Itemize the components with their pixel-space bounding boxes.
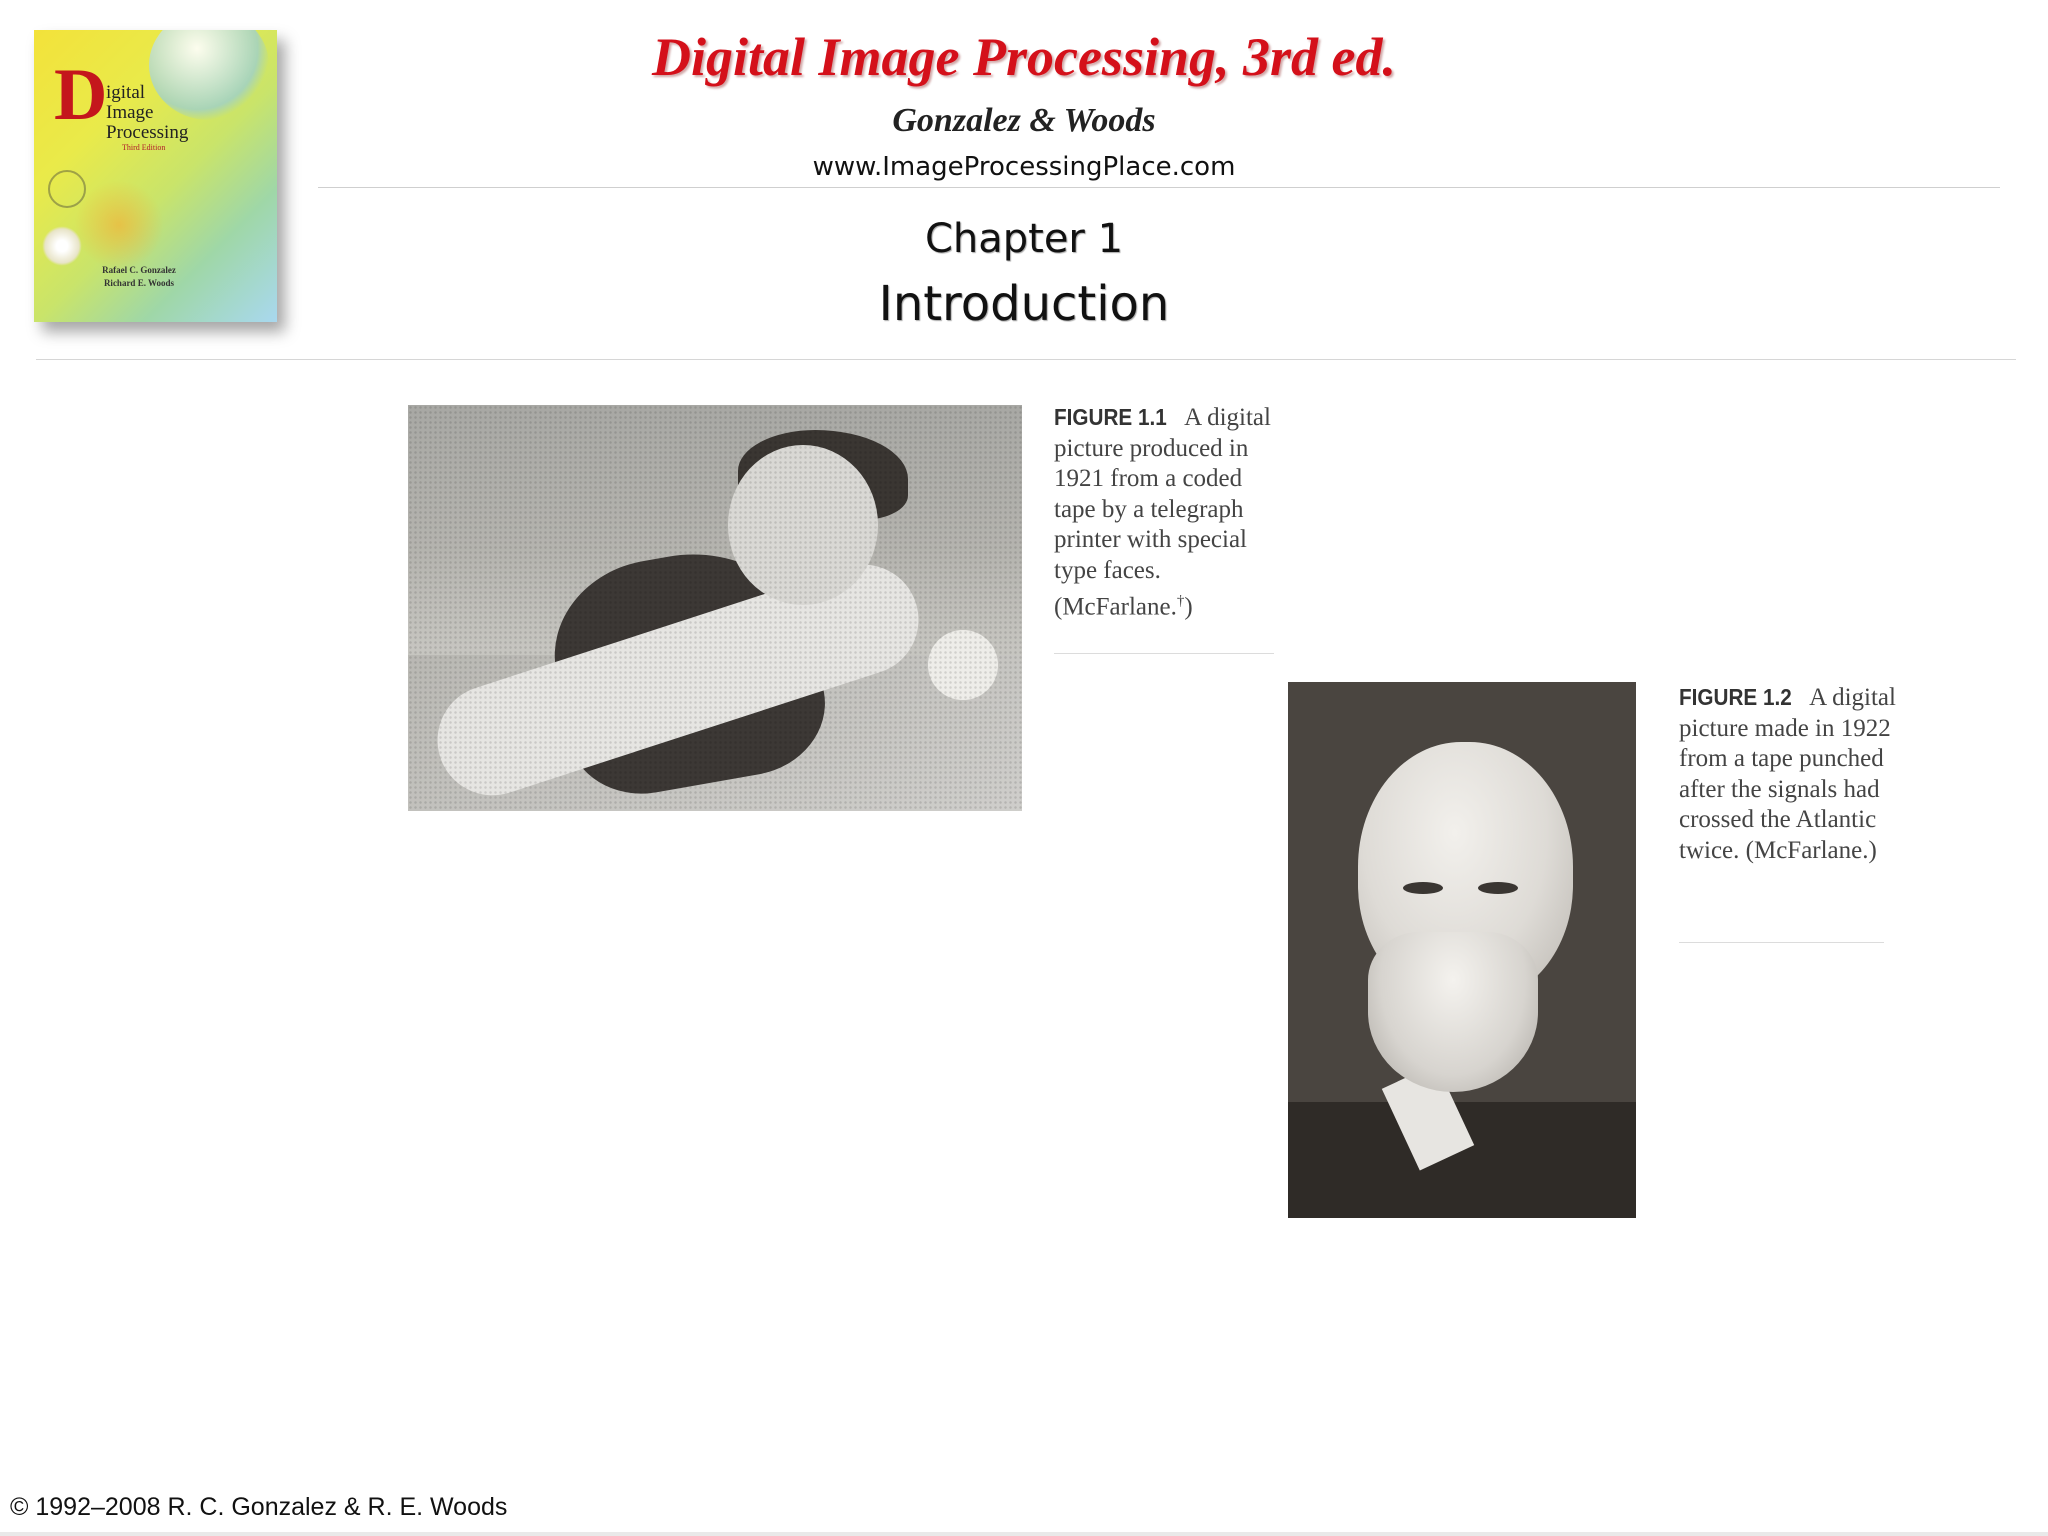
photo-eye-right: [1478, 882, 1518, 894]
book-title: Digital Image Processing, 3rd ed.: [652, 27, 1396, 87]
header-divider: [318, 187, 2000, 188]
photo-beard: [1368, 932, 1538, 1092]
section-divider: [36, 359, 2016, 360]
cover-edition: Third Edition: [122, 143, 166, 152]
copyright-footer: © 1992–2008 R. C. Gonzalez & R. E. Woods: [10, 1493, 508, 1521]
figure-1-1-close: ): [1184, 593, 1193, 621]
figure-1-1-label: FIGURE 1.1: [1054, 404, 1167, 430]
bottom-bar: [0, 1532, 2048, 1536]
book-authors: Gonzalez & Woods: [892, 102, 1156, 139]
website-url: www.ImageProcessingPlace.com: [812, 152, 1236, 182]
chapter-title: Introduction: [878, 276, 1170, 332]
figure-1-1-photo: [408, 405, 1022, 811]
figure-1-1-caption-rule: [1054, 653, 1274, 654]
figure-1-2-label: FIGURE 1.2: [1679, 684, 1792, 710]
cover-author-1: Rafael C. Gonzalez: [102, 265, 176, 275]
photo-eye-left: [1403, 882, 1443, 894]
figure-1-2-caption-rule: [1679, 942, 1884, 943]
photo-halftone: [408, 405, 1022, 811]
figure-1-2-caption: FIGURE 1.2 A digital picture made in 192…: [1679, 682, 1909, 866]
figure-1-1-caption: FIGURE 1.1 A digital picture produced in…: [1054, 402, 1284, 623]
chapter-number: Chapter 1: [924, 216, 1124, 262]
figure-1-1-text: A digital picture produced in 1921 from …: [1054, 404, 1271, 621]
figure-1-2-photo: [1288, 682, 1636, 1218]
